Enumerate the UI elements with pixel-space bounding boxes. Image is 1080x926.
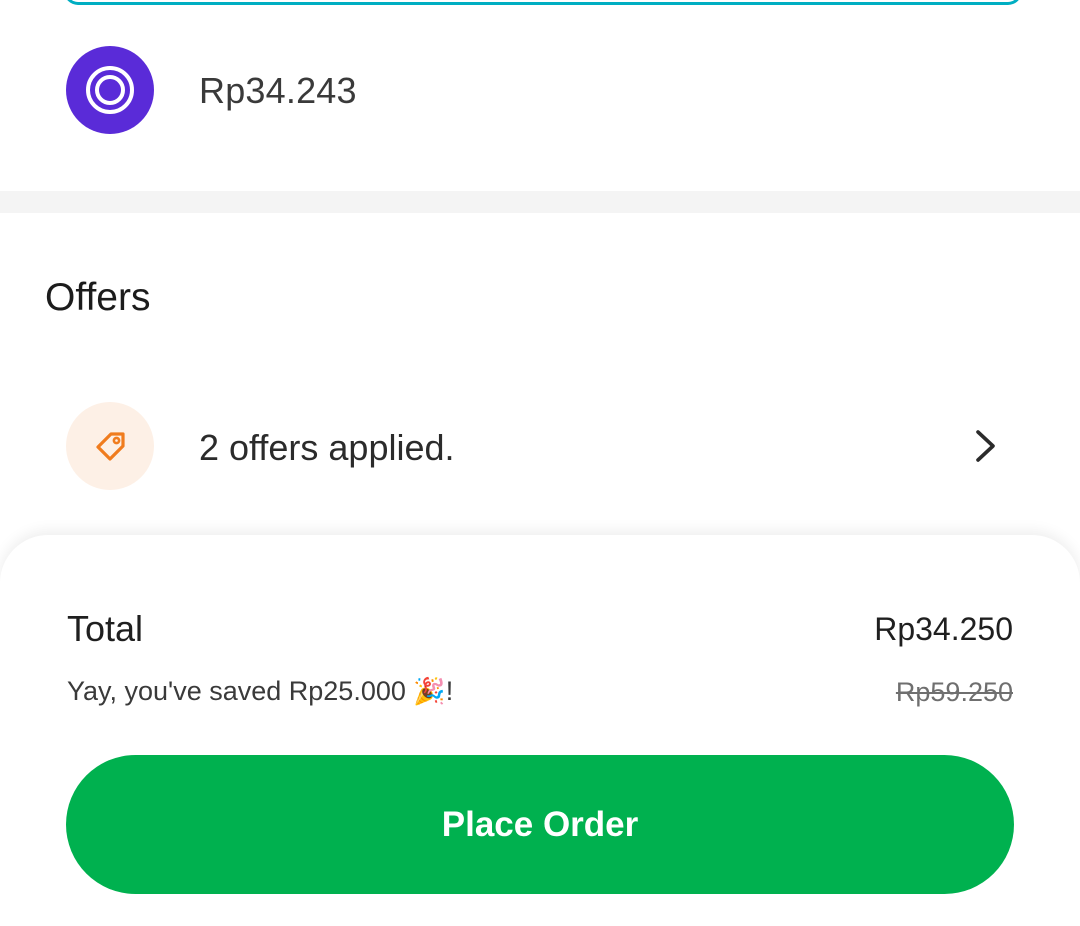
- tag-icon: [66, 402, 154, 490]
- savings-suffix: !: [445, 676, 454, 706]
- checkout-page: Rp34.243 Offers 2 offers applied. Total …: [0, 0, 1080, 926]
- place-order-button[interactable]: Place Order: [66, 755, 1014, 894]
- savings-text: Yay, you've saved Rp25.000: [67, 676, 414, 706]
- payment-balance: Rp34.243: [199, 70, 357, 111]
- total-label: Total: [67, 608, 144, 649]
- payment-method-row[interactable]: Rp34.243: [0, 0, 1080, 190]
- order-summary-sheet: Total Rp34.250 Yay, you've saved Rp25.00…: [0, 535, 1080, 926]
- wallet-ring-icon: [66, 46, 154, 134]
- offers-heading: Offers: [45, 276, 151, 319]
- section-divider: [0, 191, 1080, 213]
- savings-message: Yay, you've saved Rp25.000 🎉!: [67, 676, 453, 707]
- party-popper-icon: 🎉: [413, 676, 446, 706]
- chevron-right-icon: [976, 430, 995, 462]
- offers-applied-row[interactable]: 2 offers applied.: [0, 400, 1080, 492]
- original-price: Rp59.250: [895, 677, 1013, 707]
- total-value: Rp34.250: [874, 611, 1013, 647]
- offers-applied-text: 2 offers applied.: [199, 427, 455, 468]
